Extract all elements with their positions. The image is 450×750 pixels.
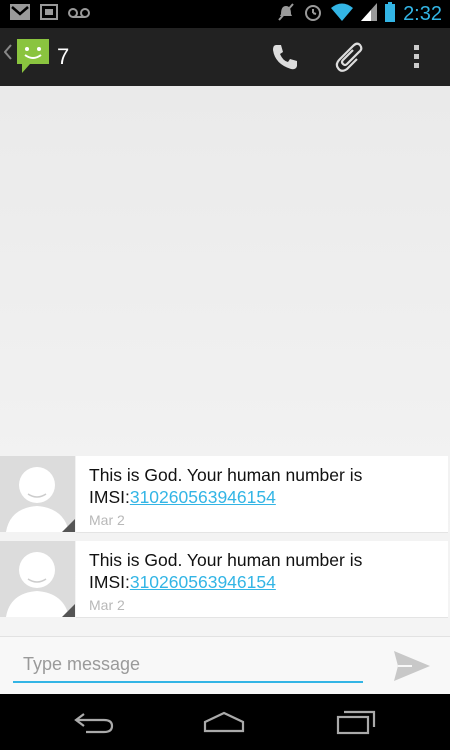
alarm-icon — [303, 2, 323, 27]
send-icon[interactable] — [392, 649, 432, 683]
mute-icon — [277, 2, 295, 27]
navigation-bar — [0, 694, 450, 750]
message-bubble: This is God. Your human number is IMSI:3… — [76, 541, 448, 618]
compose-bar — [0, 636, 450, 695]
messaging-app-icon[interactable] — [14, 36, 52, 81]
photo-icon — [40, 4, 58, 25]
message-date: Mar 2 — [89, 597, 125, 613]
message-item[interactable]: This is God. Your human number is IMSI:3… — [0, 541, 450, 618]
back-chevron-icon[interactable] — [3, 44, 12, 65]
imsi-link[interactable]: 310260563946154 — [130, 487, 276, 507]
imsi-link[interactable]: 310260563946154 — [130, 572, 276, 592]
message-date: Mar 2 — [89, 512, 125, 528]
conversation-title: 7 — [57, 44, 70, 69]
back-icon[interactable] — [64, 706, 124, 738]
clock: 2:32 — [403, 3, 442, 25]
contact-avatar[interactable] — [0, 541, 75, 617]
overflow-menu-icon[interactable] — [400, 40, 434, 74]
action-bar: 7 — [0, 28, 450, 88]
phone-icon[interactable] — [268, 40, 302, 74]
contact-avatar[interactable] — [0, 456, 75, 532]
message-bubble: This is God. Your human number is IMSI:3… — [76, 456, 448, 533]
status-bar: 2:32 — [0, 0, 450, 28]
voicemail-icon — [68, 6, 90, 24]
home-icon[interactable] — [194, 706, 254, 738]
conversation-list[interactable]: This is God. Your human number is IMSI:3… — [0, 86, 450, 636]
battery-icon — [385, 2, 396, 27]
recents-icon[interactable] — [326, 706, 386, 738]
message-item[interactable]: This is God. Your human number is IMSI:3… — [0, 456, 450, 533]
wifi-icon — [331, 3, 354, 26]
signal-icon — [361, 3, 378, 26]
gmail-icon — [10, 4, 30, 25]
attach-icon[interactable] — [333, 40, 367, 74]
message-input[interactable] — [13, 647, 363, 683]
message-text: This is God. Your human number is IMSI:3… — [89, 465, 363, 507]
message-text: This is God. Your human number is IMSI:3… — [89, 550, 363, 592]
